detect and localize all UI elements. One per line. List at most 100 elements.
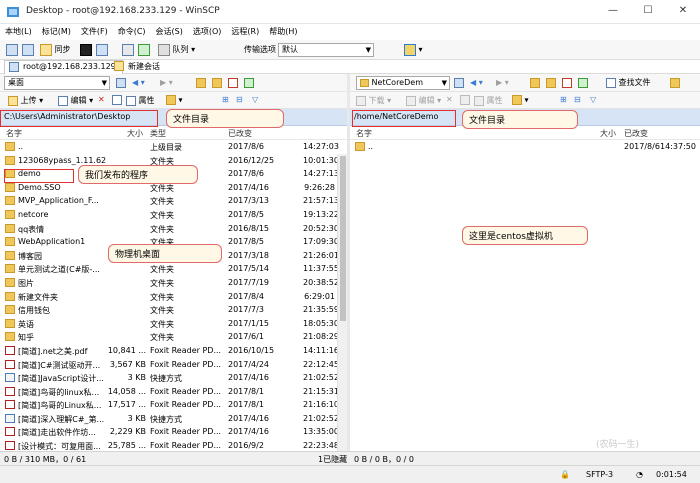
- file-size: 25,785 ...: [107, 441, 146, 450]
- parent-dir-icon[interactable]: [196, 76, 206, 90]
- download-button[interactable]: 下载 ▾: [356, 95, 391, 106]
- maximize-button[interactable]: ☐: [631, 0, 665, 24]
- remote-properties-button[interactable]: 属性: [474, 95, 503, 106]
- remote-col-changed[interactable]: 已改变: [624, 128, 648, 139]
- table-row[interactable]: [简道]走出软件作坊... 2,229 KB Foxit Reader PD... 2…: [0, 425, 347, 439]
- remote-root-dir-icon[interactable]: [546, 76, 556, 90]
- table-row[interactable]: [简道]深入理解C#_第... 3 KB 快捷方式 2017/4/16 21:02:52: [0, 412, 347, 426]
- remote-home-dir-icon[interactable]: [562, 76, 572, 90]
- filter-icon[interactable]: [116, 76, 126, 90]
- file-type: Foxit Reader PD...: [150, 386, 222, 396]
- file-time: 9:26:28: [304, 182, 335, 192]
- remote-parent-dir-icon[interactable]: [530, 76, 540, 90]
- remote-refresh-icon[interactable]: [578, 76, 588, 90]
- pdf-icon: [5, 359, 15, 369]
- find-files-button[interactable]: 查找文件: [606, 76, 651, 90]
- table-row[interactable]: 英语 文件夹 2017/1/15 18:05:30: [0, 317, 347, 331]
- local-scrollbar[interactable]: [337, 154, 347, 451]
- menu-help[interactable]: 帮助(H): [264, 24, 302, 37]
- table-row[interactable]: qq表情 文件夹 2016/8/15 20:52:30: [0, 222, 347, 236]
- minimize-button[interactable]: —: [596, 0, 630, 24]
- select-plus-icon[interactable]: ⊞: [222, 95, 229, 104]
- properties-button[interactable]: 属性: [126, 95, 155, 106]
- file-time: 21:02:52: [303, 373, 339, 383]
- remote-new-folder-icon[interactable]: ▾: [512, 95, 529, 105]
- sync-browse-icon[interactable]: [6, 43, 18, 57]
- new-session-button[interactable]: 新建会话: [112, 61, 160, 72]
- file-time: 22:23:48: [303, 441, 339, 450]
- remote-edit-button[interactable]: 编辑 ▾: [406, 95, 441, 106]
- local-location-select[interactable]: 桌面 ▼: [4, 76, 110, 90]
- transfer-presets-icon[interactable]: ▾: [404, 43, 423, 57]
- select-minus-icon[interactable]: ⊟: [236, 95, 243, 104]
- terminal-icon[interactable]: [80, 43, 92, 57]
- synchronize-button[interactable]: 同步: [40, 43, 71, 57]
- file-date: 2017/8/5: [228, 209, 264, 219]
- rename-icon[interactable]: [112, 95, 122, 105]
- remote-rename-icon[interactable]: [460, 95, 470, 105]
- menu-options[interactable]: 选项(O): [188, 24, 227, 37]
- root-dir-icon[interactable]: [212, 76, 222, 90]
- transfer-settings-select[interactable]: 默认 ▼: [278, 43, 374, 57]
- table-row[interactable]: 信用钱包 文件夹 2017/7/3 21:35:59: [0, 303, 347, 317]
- compare-dirs-icon[interactable]: [22, 43, 34, 57]
- col-size[interactable]: 大小: [127, 128, 143, 139]
- file-date: 2017/8/6: [228, 142, 264, 151]
- remote-col-size[interactable]: 大小: [600, 128, 616, 139]
- remote-delete-icon[interactable]: ✕: [446, 95, 453, 104]
- table-row[interactable]: [简道]C#测试驱动开... 3,567 KB Foxit Reader PD...…: [0, 358, 347, 372]
- menu-commands[interactable]: 命令(C): [113, 24, 151, 37]
- table-row[interactable]: .. 上级目录 2017/8/6 14:27:03: [0, 140, 347, 154]
- winscp-app-icon: [7, 7, 19, 17]
- reconnect-icon[interactable]: [138, 43, 150, 57]
- local-status: 0 B / 310 MB，0 / 61: [4, 455, 87, 464]
- table-row[interactable]: netcore 文件夹 2017/8/5 19:13:22: [0, 208, 347, 222]
- menu-remote[interactable]: 远程(R): [226, 24, 264, 37]
- table-row[interactable]: [简道]JavaScript设计... 3 KB 快捷方式 2017/4/16 21:0…: [0, 371, 347, 385]
- remote-col-name[interactable]: 名字: [356, 128, 372, 139]
- col-type[interactable]: 类型: [150, 128, 166, 139]
- session-tab[interactable]: root@192.168.233.129: [4, 60, 123, 74]
- file-name: netcore: [18, 209, 49, 219]
- table-row[interactable]: [设计模式：可复用面... 25,785 ... Foxit Reader PD..…: [0, 439, 347, 450]
- upload-button[interactable]: 上传 ▾: [8, 95, 43, 106]
- back-arrow-icon[interactable]: ◀ ▾: [132, 76, 145, 90]
- remote-select-minus-icon[interactable]: ⊟: [574, 95, 581, 104]
- file-time: 21:26:01: [303, 250, 339, 260]
- table-row[interactable]: [简道]鸟哥的linux私... 14,058 ... Foxit Reader P…: [0, 385, 347, 399]
- table-row[interactable]: 新建文件夹 文件夹 2017/8/4 6:29:01: [0, 290, 347, 304]
- table-row[interactable]: .. 2017/8/6 14:37:50: [350, 140, 700, 154]
- remote-forward-arrow-icon[interactable]: ▶ ▾: [496, 76, 509, 90]
- queue-button[interactable]: 队列 ▾: [158, 43, 195, 57]
- putty-icon[interactable]: [96, 43, 108, 57]
- table-row[interactable]: [简道].net之美.pdf 10,841 ... Foxit Reader PD.…: [0, 344, 347, 358]
- col-name[interactable]: 名字: [6, 128, 22, 139]
- remote-extra-icon[interactable]: [670, 76, 680, 90]
- remote-location-select[interactable]: NetCoreDem ▼: [356, 76, 450, 90]
- table-row[interactable]: [简道]鸟哥的Linux私... 17,517 ... Foxit Reader P…: [0, 398, 347, 412]
- table-row[interactable]: MVP_Application_F... 文件夹 2017/3/13 21:57:13: [0, 194, 347, 208]
- new-folder-icon[interactable]: ▾: [166, 95, 183, 105]
- table-row[interactable]: 单元测试之道(C#版-... 文件夹 2017/5/14 11:37:55: [0, 262, 347, 276]
- edit-button[interactable]: 编辑 ▾: [58, 95, 93, 106]
- menu-local[interactable]: 本地(L): [0, 24, 37, 37]
- remote-back-arrow-icon[interactable]: ◀ ▾: [470, 76, 483, 90]
- remote-filter-icon[interactable]: [454, 76, 464, 90]
- menu-session[interactable]: 会话(S): [151, 24, 188, 37]
- table-row[interactable]: 知乎 文件夹 2017/6/1 21:08:29: [0, 330, 347, 344]
- remote-select-plus-icon[interactable]: ⊞: [560, 95, 567, 104]
- home-dir-icon[interactable]: [228, 76, 238, 90]
- forward-arrow-icon[interactable]: ▶ ▾: [160, 76, 173, 90]
- preferences-icon[interactable]: [122, 43, 134, 57]
- close-button[interactable]: ✕: [666, 0, 700, 24]
- menu-file[interactable]: 文件(F): [76, 24, 113, 37]
- table-row[interactable]: 图片 文件夹 2017/7/19 20:38:52: [0, 276, 347, 290]
- remote-filter-select-icon[interactable]: ▽: [590, 95, 596, 104]
- file-time: 21:08:29: [303, 332, 339, 342]
- filter-select-icon[interactable]: ▽: [252, 95, 258, 104]
- local-scroll-thumb[interactable]: [340, 156, 346, 321]
- refresh-icon[interactable]: [244, 76, 254, 90]
- delete-icon[interactable]: ✕: [98, 95, 105, 104]
- menu-mark[interactable]: 标记(M): [37, 24, 76, 37]
- col-changed[interactable]: 已改变: [228, 128, 252, 139]
